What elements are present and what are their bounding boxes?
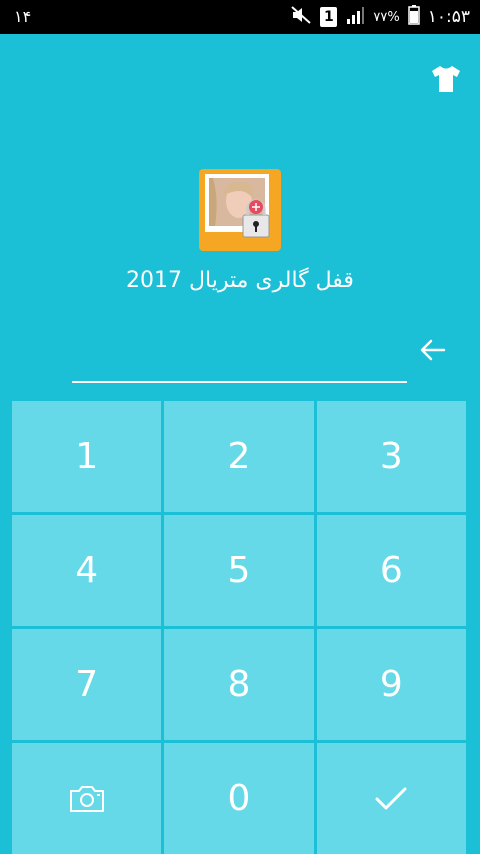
battery-icon xyxy=(407,5,420,29)
key-5[interactable]: 5 xyxy=(164,515,314,626)
backspace-button[interactable] xyxy=(417,334,449,366)
status-icons: 1 ۷۷% ۱۰:۵۳ xyxy=(290,4,470,30)
key-1[interactable]: 1 xyxy=(12,401,162,512)
notification-count: ۱۴ xyxy=(14,7,32,26)
theme-button[interactable] xyxy=(430,64,462,94)
battery-percent: ۷۷% xyxy=(373,9,400,25)
tshirt-icon xyxy=(432,66,460,92)
camera-button[interactable] xyxy=(12,743,162,854)
camera-icon xyxy=(69,785,104,812)
key-4[interactable]: 4 xyxy=(12,515,162,626)
gallery-lock-icon xyxy=(199,169,281,251)
app-icon xyxy=(199,169,281,251)
keypad: 1 2 3 4 5 6 7 8 9 0 xyxy=(12,401,466,854)
key-3[interactable]: 3 xyxy=(316,401,466,512)
mute-icon xyxy=(290,5,312,29)
key-0[interactable]: 0 xyxy=(164,743,314,854)
app-title: قفل گالری متریال 2017 xyxy=(126,268,354,293)
confirm-button[interactable] xyxy=(316,743,466,854)
signal-icon xyxy=(345,5,365,29)
pin-input[interactable] xyxy=(72,335,408,381)
status-bar: ۱۴ 1 ۷۷% ۱۰:۵۳ xyxy=(0,0,480,34)
checkmark-icon xyxy=(375,787,407,809)
key-2[interactable]: 2 xyxy=(164,401,314,512)
key-7[interactable]: 7 xyxy=(12,629,162,740)
key-6[interactable]: 6 xyxy=(316,515,466,626)
key-8[interactable]: 8 xyxy=(164,629,314,740)
pin-underline xyxy=(72,381,407,383)
clock: ۱۰:۵۳ xyxy=(427,7,470,27)
sim-icon: 1 xyxy=(320,7,338,27)
backspace-arrow-icon xyxy=(420,339,446,361)
key-9[interactable]: 9 xyxy=(316,629,466,740)
